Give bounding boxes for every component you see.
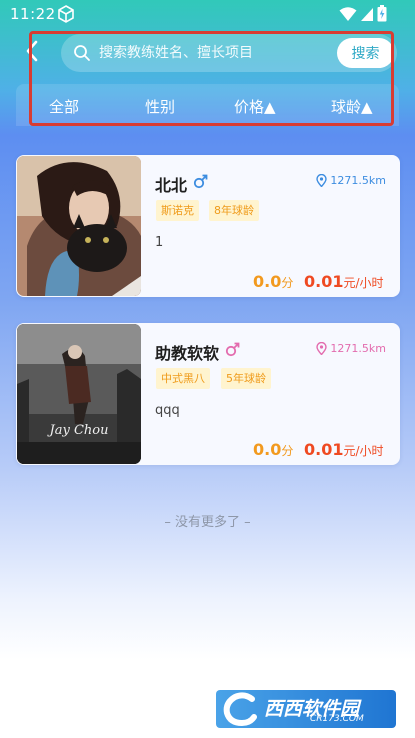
watermark-url: CR173.COM bbox=[310, 714, 364, 724]
search-bar: 搜索 bbox=[61, 34, 397, 72]
coach-photo: Jay Chou bbox=[17, 324, 141, 464]
tag-experience: 8年球龄 bbox=[209, 200, 259, 221]
watermark-logo: 西西软件园 CR173.COM bbox=[216, 690, 396, 728]
search-input[interactable] bbox=[99, 40, 329, 66]
coach-description: 1 bbox=[155, 235, 164, 250]
distance: 1271.5km bbox=[316, 342, 386, 355]
distance-value: 1271.5km bbox=[330, 174, 386, 187]
female-icon bbox=[225, 342, 240, 357]
tag-specialty: 中式黑八 bbox=[156, 368, 210, 389]
coach-name: 北北 bbox=[155, 176, 188, 195]
distance: 1271.5km bbox=[316, 174, 386, 187]
coach-price: 0.01元/小时 bbox=[304, 272, 384, 291]
status-time: 11:22 bbox=[10, 5, 56, 23]
location-pin-icon bbox=[316, 174, 328, 187]
tag-specialty: 斯诺克 bbox=[156, 200, 199, 221]
coach-score: 0.0分 bbox=[253, 272, 294, 291]
signal-icon bbox=[361, 7, 373, 21]
coach-price: 0.01元/小时 bbox=[304, 440, 384, 459]
status-bar: 11:22 bbox=[0, 0, 415, 28]
coach-card[interactable]: 北北 1271.5km 斯诺克 8年球龄 1 0.0分 0.01元/小时 bbox=[16, 155, 400, 297]
battery-icon bbox=[377, 5, 387, 22]
search-icon bbox=[74, 45, 90, 61]
back-arrow-icon[interactable] bbox=[22, 38, 42, 64]
filter-bar: 全部 性别 价格▲ 球龄▲ bbox=[16, 84, 399, 126]
cube-icon bbox=[58, 5, 74, 23]
watermark-c-icon bbox=[223, 692, 257, 727]
distance-value: 1271.5km bbox=[330, 342, 386, 355]
wifi-icon bbox=[339, 6, 357, 21]
list-end-text: – 没有更多了 – bbox=[164, 515, 251, 530]
svg-text:Jay Chou: Jay Chou bbox=[47, 423, 109, 438]
search-button[interactable]: 搜索 bbox=[337, 38, 394, 68]
location-pin-icon bbox=[316, 342, 328, 355]
filter-price[interactable]: 价格▲ bbox=[234, 96, 276, 117]
filter-experience[interactable]: 球龄▲ bbox=[331, 96, 373, 117]
filter-all[interactable]: 全部 bbox=[49, 96, 79, 117]
coach-photo bbox=[17, 156, 141, 296]
tag-experience: 5年球龄 bbox=[221, 368, 271, 389]
male-icon bbox=[193, 174, 208, 189]
coach-card[interactable]: Jay Chou 助教软软 1271.5km 中式黑八 5年球龄 qqq 0.0… bbox=[16, 323, 400, 465]
filter-gender[interactable]: 性别 bbox=[145, 96, 175, 117]
coach-description: qqq bbox=[155, 403, 180, 418]
coach-score: 0.0分 bbox=[253, 440, 294, 459]
coach-name: 助教软软 bbox=[155, 344, 220, 363]
